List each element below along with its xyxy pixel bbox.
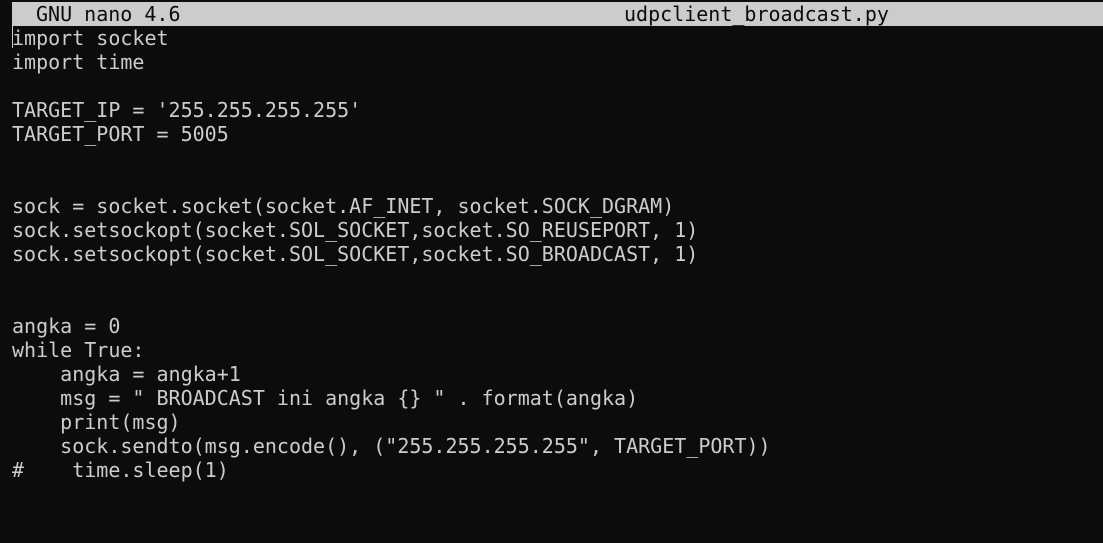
code-editor-area[interactable]: import socket import time TARGET_IP = '2… [12, 26, 1103, 482]
code-line-text: # time.sleep(1) [12, 458, 229, 482]
text-cursor [12, 26, 13, 48]
code-line[interactable] [12, 146, 1103, 170]
code-line-text: msg = " BROADCAST ini angka {} " . forma… [12, 386, 639, 410]
code-line[interactable]: angka = angka+1 [12, 362, 1103, 386]
code-line[interactable]: while True: [12, 338, 1103, 362]
code-line[interactable]: msg = " BROADCAST ini angka {} " . forma… [12, 386, 1103, 410]
code-line-text: sock.setsockopt(socket.SOL_SOCKET,socket… [12, 242, 699, 266]
code-line-text: print(msg) [12, 410, 181, 434]
code-line-text: sock.setsockopt(socket.SOL_SOCKET,socket… [12, 218, 699, 242]
code-line-text: sock.sendto(msg.encode(), ("255.255.255.… [12, 434, 771, 458]
code-line-text: angka = angka+1 [12, 362, 241, 386]
code-line[interactable]: TARGET_PORT = 5005 [12, 122, 1103, 146]
code-line-text: TARGET_IP = '255.255.255.255' [12, 98, 362, 122]
code-line[interactable]: angka = 0 [12, 314, 1103, 338]
code-line[interactable] [12, 290, 1103, 314]
code-line[interactable]: sock = socket.socket(socket.AF_INET, soc… [12, 194, 1103, 218]
code-line[interactable]: import time [12, 50, 1103, 74]
code-line[interactable]: # time.sleep(1) [12, 458, 1103, 482]
nano-title-bar: GNU nano 4.6 udpclient_broadcast.py [12, 2, 1103, 26]
code-line-text: while True: [12, 338, 145, 362]
code-line-text: TARGET_PORT = 5005 [12, 122, 229, 146]
terminal-window: GNU nano 4.6 udpclient_broadcast.py impo… [0, 0, 1103, 543]
code-line[interactable]: sock.setsockopt(socket.SOL_SOCKET,socket… [12, 218, 1103, 242]
code-line[interactable] [12, 74, 1103, 98]
code-line[interactable] [12, 170, 1103, 194]
app-version-label: GNU nano 4.6 [36, 2, 181, 26]
code-line[interactable]: sock.sendto(msg.encode(), ("255.255.255.… [12, 434, 1103, 458]
code-line[interactable]: import socket [12, 26, 1103, 50]
code-line[interactable]: print(msg) [12, 410, 1103, 434]
code-line-text: sock = socket.socket(socket.AF_INET, soc… [12, 194, 675, 218]
file-name-label: udpclient_broadcast.py [624, 2, 889, 26]
code-line-text: angka = 0 [12, 314, 121, 338]
code-line[interactable]: TARGET_IP = '255.255.255.255' [12, 98, 1103, 122]
code-line[interactable] [12, 266, 1103, 290]
code-line-text: import socket [12, 26, 169, 50]
code-line[interactable]: sock.setsockopt(socket.SOL_SOCKET,socket… [12, 242, 1103, 266]
code-line-text: import time [12, 50, 145, 74]
